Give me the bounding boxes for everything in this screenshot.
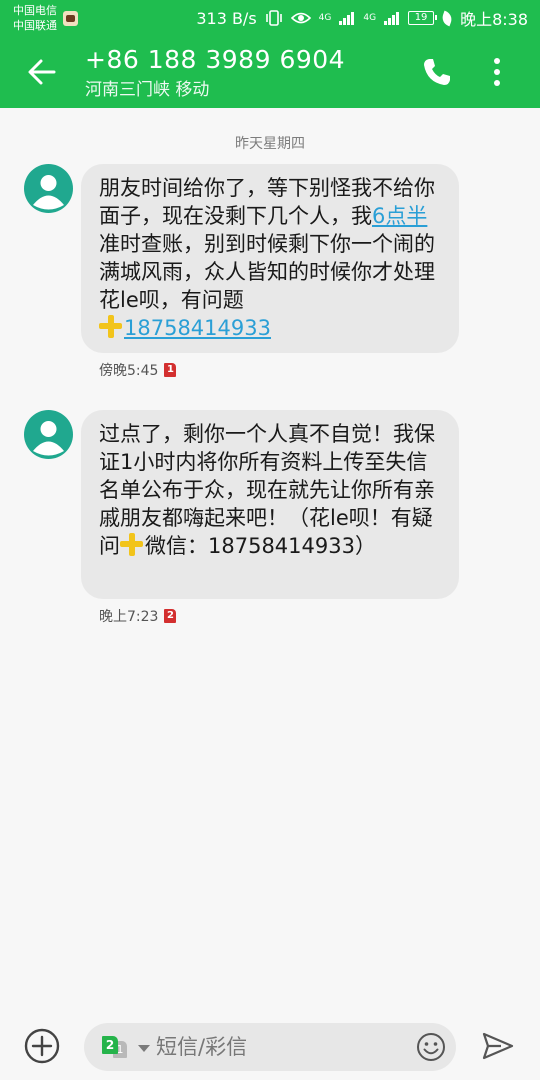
message-input[interactable] [156, 1033, 406, 1061]
network-type-2: 4G [363, 12, 377, 23]
add-circle-icon[interactable] [23, 1027, 61, 1065]
message-input-box[interactable]: 1 2 [84, 1023, 456, 1071]
network-type-1: 4G [318, 12, 332, 23]
sim-switch-button[interactable]: 1 2 [102, 1036, 132, 1060]
contact-avatar-icon[interactable] [24, 410, 73, 459]
message-time: 晚上7:23 [99, 609, 159, 625]
network-speed: 313 B/s [196, 8, 257, 28]
vibrate-icon [265, 10, 282, 26]
contact-number: +86 188 3989 6904 [85, 45, 346, 74]
conversation-header: +86 188 3989 6904 河南三门峡 移动 [0, 36, 540, 108]
arrow-left-icon[interactable] [24, 54, 60, 90]
status-right: 313 B/s 4G 4G 19 晚上8:38 [188, 8, 528, 30]
status-bar: 中国电信 中国联通 313 B/s 4G 4G 19 晚上8:38 [0, 0, 540, 36]
sim-card-icon: 2 [164, 609, 177, 623]
carrier-2: 中国联通 [13, 19, 57, 32]
date-separator: 昨天星期四 [235, 136, 305, 152]
phone-icon[interactable] [421, 56, 453, 88]
notification-app-icon [63, 11, 78, 26]
message-composer: 1 2 [0, 1005, 540, 1080]
message-bubble[interactable]: 朋友时间给你了，等下别怪我不给你面子，现在没剩下几个人，我6点半准时查账，别到时… [81, 164, 459, 353]
yellow-plus-icon [120, 533, 143, 556]
chevron-down-icon[interactable] [138, 1045, 150, 1052]
emoji-icon[interactable] [416, 1032, 446, 1062]
battery-icon: 19 [408, 11, 438, 25]
time-link[interactable]: 6点半 [372, 204, 427, 228]
sim-card-icon: 1 [164, 363, 177, 377]
carrier-labels: 中国电信 中国联通 [13, 3, 57, 33]
carrier-1: 中国电信 [13, 4, 57, 17]
message-meta: 晚上7:23 2 [99, 606, 177, 626]
contact-avatar-icon[interactable] [24, 164, 73, 213]
message-bubble[interactable]: 过点了，剩你一个人真不自觉！我保证1小时内将你所有资料上传至失信名单公布于众，现… [81, 410, 459, 599]
yellow-plus-icon [99, 315, 122, 338]
send-icon[interactable] [481, 1031, 515, 1061]
signal-icon-2 [384, 11, 400, 25]
power-saving-leaf-icon [440, 10, 454, 26]
message-meta: 傍晚5:45 1 [99, 360, 177, 380]
clock: 晚上8:38 [460, 10, 528, 29]
eye-comfort-icon [290, 12, 311, 24]
signal-icon-1 [339, 11, 355, 25]
phone-link[interactable]: 18758414933 [124, 316, 271, 340]
sim-front-icon: 2 [102, 1036, 118, 1054]
contact-location: 河南三门峡 移动 [85, 80, 210, 100]
message-time: 傍晚5:45 [99, 363, 159, 379]
message-text: 微信：18758414933） [145, 534, 376, 558]
message-text: 准时查账，别到时候剩下你一个闹的满城风雨，众人皆知的时候你才处理花le呗，有问题 [99, 232, 435, 312]
more-vertical-icon[interactable] [482, 54, 512, 90]
